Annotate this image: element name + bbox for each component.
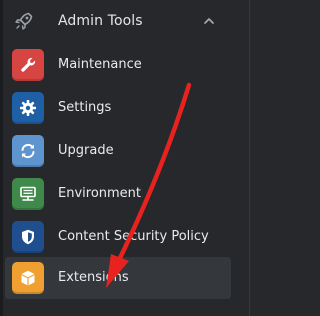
chevron-up-icon[interactable] [202, 14, 216, 28]
server-icon [20, 186, 36, 201]
sidebar-item-label: Maintenance [58, 57, 142, 72]
sidebar-item-environment[interactable]: Environment [0, 175, 248, 213]
upgrade-badge [12, 135, 44, 167]
section-title: Admin Tools [58, 13, 143, 29]
sidebar-item-label: Settings [58, 100, 112, 115]
refresh-icon [21, 143, 35, 159]
extensions-badge [12, 262, 44, 294]
settings-badge [12, 92, 44, 124]
maintenance-badge [12, 49, 44, 81]
content-security-policy-badge [12, 221, 44, 253]
environment-badge [12, 178, 44, 210]
admin-tools-section-header[interactable]: Admin Tools [0, 0, 248, 44]
shield-icon [22, 229, 34, 245]
sidebar-item-upgrade[interactable]: Upgrade [0, 132, 248, 170]
box-icon [21, 270, 35, 286]
sidebar-item-label: Environment [58, 186, 142, 201]
sidebar-item-maintenance[interactable]: Maintenance [0, 46, 248, 84]
wrench-icon [21, 57, 36, 72]
sidebar-item-settings[interactable]: Settings [0, 89, 248, 127]
gear-icon [20, 100, 36, 116]
sidebar-item-content-security-policy[interactable]: Content Security Policy [0, 218, 248, 256]
sidebar-item-label: Extensions [58, 270, 129, 285]
sidebar-item-label: Content Security Policy [58, 229, 209, 244]
sidebar-item-extensions[interactable]: Extensions [5, 257, 231, 299]
sidebar-edge [249, 0, 250, 316]
sidebar-item-label: Upgrade [58, 143, 114, 158]
rocket-icon [15, 12, 33, 30]
